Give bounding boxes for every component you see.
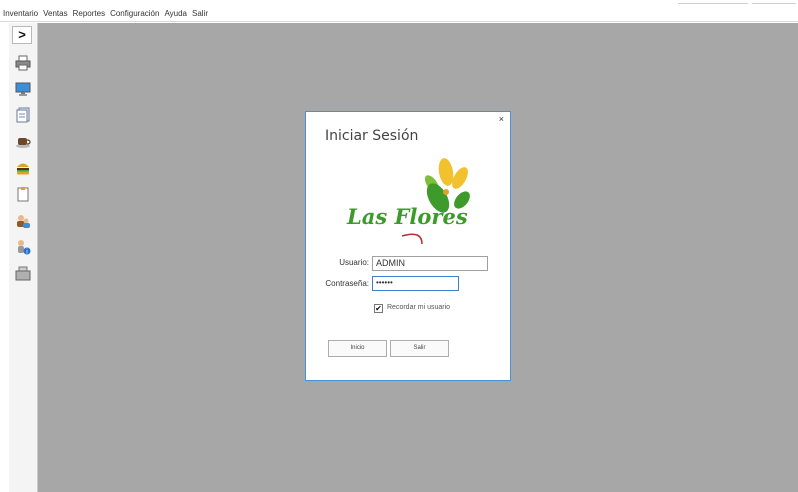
menu-ayuda[interactable]: Ayuda <box>164 9 187 18</box>
clipboard-icon[interactable] <box>15 186 31 202</box>
menu-bar: Inventario Ventas Reportes Configuración… <box>0 5 798 22</box>
las-flores-logo-icon <box>401 158 470 245</box>
expand-sidebar-button[interactable]: > <box>12 26 32 44</box>
burger-icon[interactable] <box>15 160 31 176</box>
dialog-title: Iniciar Sesión <box>325 128 419 144</box>
remember-user-label: Recordar mi usuario <box>387 304 451 311</box>
password-field[interactable]: •••••• <box>372 276 459 291</box>
login-dialog: × Iniciar Sesión Las Flores Usuario: ADM… <box>305 111 511 381</box>
user-info-icon[interactable]: i <box>15 239 31 255</box>
username-label: Usuario: <box>339 258 369 267</box>
monitor-icon[interactable] <box>15 81 31 97</box>
remember-user-checkbox[interactable]: ✔ <box>374 304 383 313</box>
menu-reportes[interactable]: Reportes <box>73 9 105 18</box>
title-bar-fragment <box>678 0 748 4</box>
coffee-cup-icon[interactable] <box>15 133 31 149</box>
username-field[interactable]: ADMIN <box>372 256 488 271</box>
exit-button[interactable]: Salir <box>390 340 449 357</box>
cash-register-icon[interactable] <box>15 265 31 281</box>
password-label: Contraseña: <box>325 279 369 288</box>
menu-salir[interactable]: Salir <box>192 9 208 18</box>
menu-inventario[interactable]: Inventario <box>3 9 38 18</box>
users-icon[interactable] <box>15 213 31 229</box>
close-dialog-button[interactable]: × <box>499 114 504 124</box>
document-icon[interactable] <box>15 107 31 123</box>
menu-ventas[interactable]: Ventas <box>43 9 67 18</box>
tool-sidebar: > i <box>9 23 38 492</box>
login-button[interactable]: Inicio <box>328 340 387 357</box>
title-bar-fragment <box>752 0 796 4</box>
printer-icon[interactable] <box>15 55 31 71</box>
logo-text: Las Flores <box>347 204 468 229</box>
menu-configuracion[interactable]: Configuración <box>110 9 159 18</box>
